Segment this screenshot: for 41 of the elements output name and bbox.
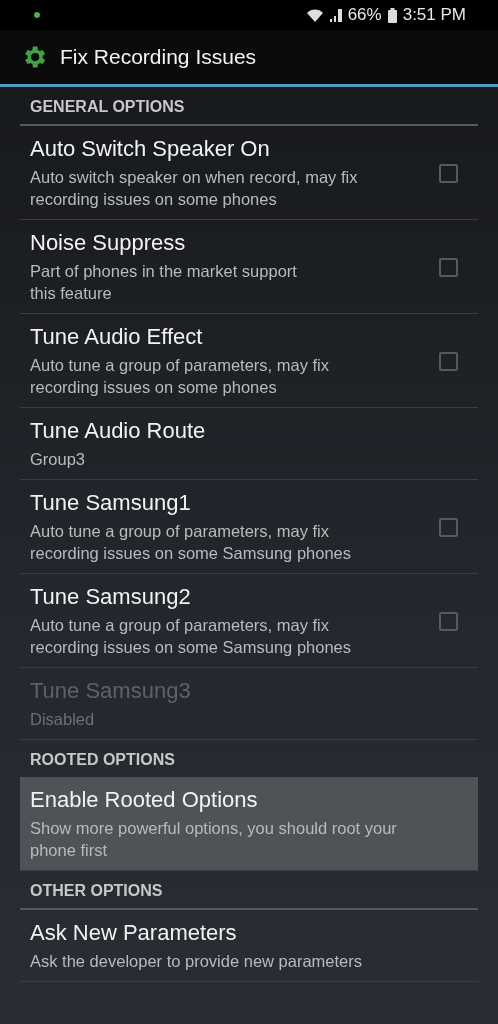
preference-title: Noise Suppress (30, 230, 187, 256)
checkbox[interactable] (439, 257, 458, 277)
preference-item[interactable]: Auto Switch Speaker On Auto switch speaker on when record, may fix recording issues on some phones (20, 126, 478, 220)
signal-icon (329, 8, 342, 22)
app-title: Fix Recording Issues (60, 45, 257, 69)
preference-title: Tune Samsung2 (30, 584, 192, 610)
preference-summary: Auto tune a group of parameters, may fix recording issues on some Samsung phones (30, 615, 353, 658)
preference-summary: Part of phones in the market support this feature (30, 261, 298, 304)
checkbox[interactable] (439, 351, 458, 371)
preference-item[interactable]: Ask New Parameters Ask the developer to provide new parameters (20, 910, 478, 982)
preference-summary: Auto tune a group of parameters, may fix recording issues on some Samsung phones (30, 521, 353, 564)
preference-summary: Show more powerful options, you should root your phone first (30, 818, 398, 861)
preference-summary: Ask the developer to provide new parameters (30, 951, 363, 972)
battery-percent: 66% (347, 5, 382, 25)
checkbox[interactable] (439, 163, 458, 183)
clock-time: 3:51 PM (402, 5, 466, 25)
preference-item[interactable]: Tune Audio Effect Auto tune a group of parameters, may fix recording issues on some phones (20, 314, 478, 408)
preference-item[interactable]: Tune Audio Route Group3 (20, 408, 478, 480)
preference-item[interactable]: Tune Samsung1 Auto tune a group of parameters, may fix recording issues on some Samsung phones (20, 480, 478, 574)
section-header: GENERAL OPTIONS (20, 87, 478, 126)
checkbox[interactable] (439, 611, 458, 631)
preference-summary: Auto tune a group of parameters, may fix recording issues on some phones (30, 355, 330, 398)
section-header: OTHER OPTIONS (20, 871, 478, 910)
preference-title: Tune Samsung3 (30, 678, 192, 704)
battery-icon (387, 7, 397, 23)
section-header: ROOTED OPTIONS (29, 750, 176, 770)
wifi-icon (305, 8, 324, 22)
checkbox[interactable] (439, 517, 458, 537)
preference-title: Tune Samsung1 (30, 490, 192, 516)
preference-title: Enable Rooted Options (30, 787, 259, 813)
preference-title: Ask New Parameters (30, 920, 238, 946)
preference-title: Auto Switch Speaker On (30, 136, 271, 162)
preference-item[interactable]: Noise Suppress Part of phones in the market support this feature (20, 220, 478, 314)
preference-item[interactable]: Tune Samsung2 Auto tune a group of parameters, may fix recording issues on some Samsung phones (20, 574, 478, 668)
preference-title: Tune Audio Route (30, 418, 207, 444)
preference-item[interactable]: Enable Rooted Options Show more powerful options, you should root your phone first (20, 777, 478, 871)
preference-summary: Group3 (30, 449, 87, 470)
preference-summary: Disabled (30, 709, 96, 730)
preference-summary: Auto switch speaker on when record, may fix recording issues on some phones (30, 167, 359, 210)
notification-dot (34, 12, 40, 18)
preference-title: Tune Audio Effect (30, 324, 204, 350)
